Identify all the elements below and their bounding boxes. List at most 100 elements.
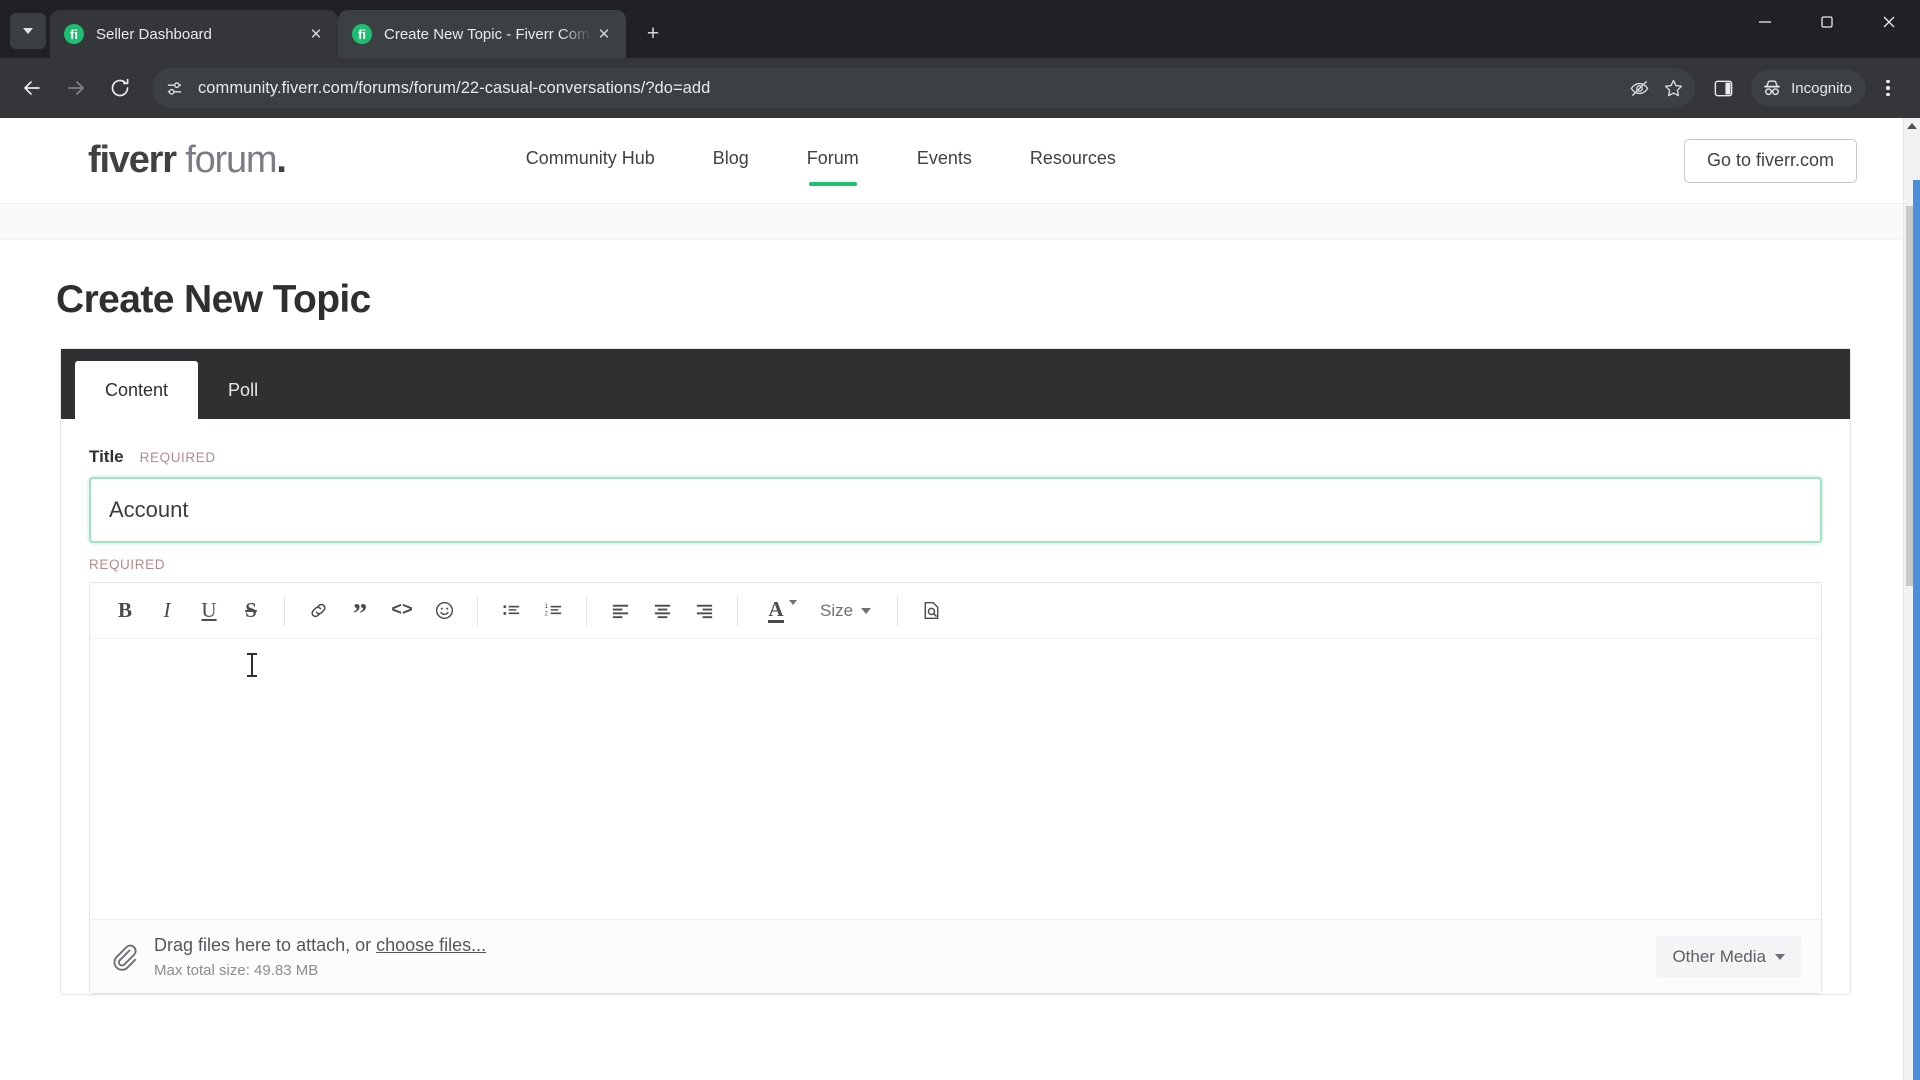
fiverr-forum-logo[interactable]: fiverr forum.: [88, 139, 287, 182]
incognito-label: Incognito: [1791, 79, 1852, 97]
paperclip-icon[interactable]: [108, 941, 140, 973]
browser-tab[interactable]: fi Seller Dashboard ✕: [50, 10, 338, 58]
attachment-prompt-prefix: Drag files here to attach, or: [154, 934, 377, 955]
window-focus-edge: [1913, 180, 1920, 1080]
web-page: fiverr forum. Community Hub Blog Forum E…: [0, 118, 1903, 1080]
align-center-icon[interactable]: [641, 591, 683, 631]
tab-title: Seller Dashboard: [96, 25, 212, 43]
align-right-icon[interactable]: [683, 591, 725, 631]
nav-item-community-hub[interactable]: Community Hub: [526, 148, 655, 174]
site-settings-icon[interactable]: [158, 72, 190, 104]
tab-content[interactable]: Content: [75, 361, 199, 419]
toolbar-separator: [586, 595, 587, 626]
browser-window: fi Seller Dashboard ✕ fi Create New Topi…: [0, 0, 1920, 1080]
numbered-list-icon[interactable]: 1 2: [532, 591, 574, 631]
text-color-icon[interactable]: A: [750, 591, 802, 631]
other-media-label: Other Media: [1672, 946, 1766, 966]
incognito-icon: [1764, 80, 1780, 96]
link-icon[interactable]: [297, 591, 339, 631]
browser-toolbar: community.fiverr.com/forums/forum/22-cas…: [0, 58, 1920, 118]
site-header: fiverr forum. Community Hub Blog Forum E…: [0, 118, 1903, 204]
minimize-button[interactable]: [1734, 0, 1796, 44]
reload-icon[interactable]: [100, 68, 140, 108]
emoji-icon[interactable]: [423, 591, 465, 631]
text-cursor: [247, 653, 257, 677]
attachment-text: Drag files here to attach, or choose fil…: [154, 935, 486, 979]
go-to-fiverr-button[interactable]: Go to fiverr.com: [1683, 138, 1857, 183]
nav-item-events[interactable]: Events: [917, 148, 972, 174]
underline-button[interactable]: U: [188, 591, 230, 631]
close-button[interactable]: [1858, 0, 1920, 44]
nav-item-forum[interactable]: Forum: [807, 148, 859, 186]
nav-item-blog[interactable]: Blog: [713, 148, 749, 174]
toolbar-separator: [897, 595, 899, 626]
tab-poll[interactable]: Poll: [198, 361, 288, 419]
max-size-label: Max total size: 49.83 MB: [154, 961, 319, 979]
body-required-badge: REQUIRED: [89, 557, 166, 572]
bold-button[interactable]: B: [104, 591, 146, 631]
toolbar-separator: [477, 595, 478, 626]
create-topic-card: Content Poll Title REQUIRED REQUIRED B: [60, 348, 1851, 995]
italic-button[interactable]: I: [146, 591, 188, 631]
chevron-down-icon: [861, 607, 872, 614]
rich-text-editor: B I U S ” <> 1 2 A Size Drag files here …: [89, 582, 1822, 994]
fiverr-favicon: fi: [64, 24, 84, 44]
chevron-down-icon: [789, 599, 797, 605]
page-content: Create New Topic Content Poll Title REQU…: [0, 240, 1903, 995]
chevron-down-icon: [23, 28, 33, 34]
topic-form: Title REQUIRED REQUIRED B I U S: [61, 419, 1850, 994]
bullet-list-icon[interactable]: [490, 591, 532, 631]
omnibox[interactable]: community.fiverr.com/forums/forum/22-cas…: [152, 68, 1696, 108]
back-icon[interactable]: [12, 68, 52, 108]
tab-close-icon[interactable]: ✕: [304, 22, 328, 46]
nav-item-resources[interactable]: Resources: [1030, 148, 1116, 174]
attachment-bar: Drag files here to attach, or choose fil…: [90, 919, 1821, 993]
main-navigation: Community Hub Blog Forum Events Resource…: [526, 148, 1116, 186]
code-icon[interactable]: <>: [381, 591, 423, 631]
font-size-dropdown[interactable]: Size: [810, 591, 881, 631]
eye-off-icon[interactable]: [1623, 72, 1655, 104]
tab-strip: fi Seller Dashboard ✕ fi Create New Topi…: [0, 0, 1920, 58]
preview-icon[interactable]: [910, 591, 952, 631]
svg-text:2: 2: [544, 611, 548, 618]
other-media-button[interactable]: Other Media: [1656, 935, 1801, 978]
title-required-badge: REQUIRED: [139, 450, 216, 465]
side-panel-icon[interactable]: [1703, 68, 1743, 108]
strikethrough-button[interactable]: S: [230, 591, 272, 631]
attachment-prompt: Drag files here to attach, or choose fil…: [154, 935, 486, 956]
logo-light: forum: [175, 139, 277, 181]
browser-tab-active[interactable]: fi Create New Topic - Fiverr Comm ✕: [338, 10, 626, 58]
url-text: community.fiverr.com/forums/forum/22-cas…: [198, 78, 711, 97]
title-input[interactable]: [89, 477, 1822, 543]
forward-icon[interactable]: [56, 68, 96, 108]
align-left-icon[interactable]: [599, 591, 641, 631]
logo-dot: .: [276, 139, 287, 181]
omnibox-actions: [1621, 72, 1689, 104]
toolbar-separator: [737, 595, 738, 626]
tab-title: Create New Topic - Fiverr Comm: [384, 25, 592, 43]
new-tab-button[interactable]: +: [636, 17, 670, 51]
text-color-letter: A: [768, 598, 784, 624]
kebab-menu-icon[interactable]: [1868, 68, 1908, 108]
header-divider-strip: [0, 204, 1903, 240]
tab-search-button[interactable]: [10, 13, 46, 49]
scroll-up-arrow-icon[interactable]: [1907, 123, 1917, 129]
logo-bold: fiverr: [88, 139, 177, 181]
title-field-label-row: Title REQUIRED: [89, 447, 1822, 467]
incognito-badge[interactable]: Incognito: [1751, 70, 1866, 106]
title-label: Title: [89, 447, 124, 466]
fiverr-favicon: fi: [352, 24, 372, 44]
font-size-label: Size: [820, 600, 854, 620]
choose-files-link[interactable]: choose files...: [376, 935, 486, 955]
star-icon[interactable]: [1657, 72, 1689, 104]
page-title: Create New Topic: [56, 278, 371, 321]
chevron-down-icon: [1775, 953, 1785, 960]
toolbar-separator: [284, 595, 285, 626]
maximize-button[interactable]: [1796, 0, 1858, 44]
svg-text:1: 1: [544, 603, 548, 610]
editor-toolbar: B I U S ” <> 1 2 A Size: [90, 583, 1821, 639]
page-viewport: fiverr forum. Community Hub Blog Forum E…: [0, 118, 1920, 1080]
quote-icon[interactable]: ”: [339, 591, 381, 631]
editor-content-area[interactable]: [90, 639, 1821, 919]
tab-close-icon[interactable]: ✕: [592, 22, 616, 46]
